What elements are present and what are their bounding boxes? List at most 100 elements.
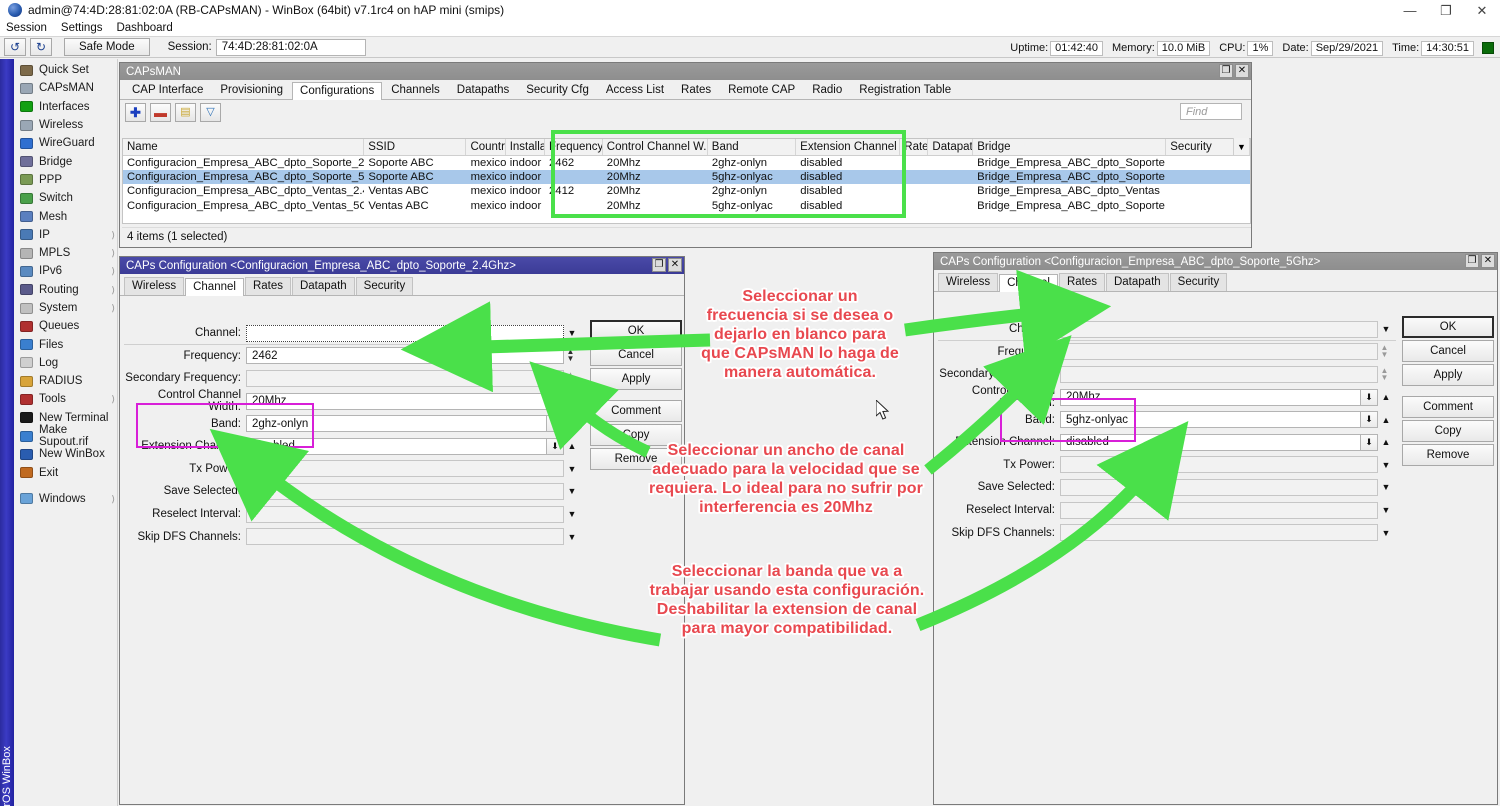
dropdown-button-extension-channel[interactable]: ⬇ (547, 438, 564, 455)
dlg-right-copy-button[interactable]: Copy (1402, 420, 1494, 442)
input-secondary-frequency[interactable] (1060, 366, 1378, 383)
dlg-right-tab-datapath[interactable]: Datapath (1106, 273, 1169, 291)
enable-button[interactable]: ▤ (175, 103, 196, 122)
column-header-control_channel_width[interactable]: Control Channel W... (603, 139, 708, 155)
dlg-right-tab-rates[interactable]: Rates (1059, 273, 1105, 291)
input-skip-dfs-channels[interactable] (246, 528, 564, 545)
spinner-frequency[interactable]: ▲▼ (564, 349, 577, 362)
input-save-selected[interactable] (246, 483, 564, 500)
expand-up-icon-extension-channel[interactable]: ▲ (564, 441, 580, 451)
column-header-rate[interactable]: Rate (900, 139, 928, 155)
safe-mode-button[interactable]: Safe Mode (64, 38, 150, 56)
sidebar-item-make-supout-rif[interactable]: Make Supout.rif (16, 427, 118, 445)
tab-remote-cap[interactable]: Remote CAP (720, 81, 803, 99)
sidebar-item-switch[interactable]: Switch (16, 189, 118, 207)
tab-radio[interactable]: Radio (804, 81, 850, 99)
sidebar-item-wireguard[interactable]: WireGuard (16, 134, 118, 152)
sidebar-item-radius[interactable]: RADIUS (16, 372, 118, 390)
dlg-left-tab-channel[interactable]: Channel (185, 278, 244, 296)
tab-channels[interactable]: Channels (383, 81, 448, 99)
input-reselect-interval[interactable] (246, 506, 564, 523)
input-channel[interactable] (246, 325, 564, 342)
table-row[interactable]: Configuracion_Empresa_ABC_dpto_Soporte_5… (123, 170, 1250, 184)
column-header-country[interactable]: Country (466, 139, 505, 155)
tab-datapaths[interactable]: Datapaths (449, 81, 517, 99)
dlg-left-tab-rates[interactable]: Rates (245, 277, 291, 295)
sidebar-item-mesh[interactable]: Mesh (16, 207, 118, 225)
menu-item-dashboard[interactable]: Dashboard (116, 22, 172, 34)
input-extension-channel[interactable]: disabled (1060, 434, 1361, 451)
capsman-titlebar[interactable]: CAPsMAN ❐ ✕ (120, 63, 1251, 80)
sidebar-item-wireless[interactable]: Wireless (16, 116, 118, 134)
dlg-right-apply-button[interactable]: Apply (1402, 364, 1494, 386)
dlg-left-comment-button[interactable]: Comment (590, 400, 682, 422)
dlg-left-tab-security[interactable]: Security (356, 277, 414, 295)
input-secondary-frequency[interactable] (246, 370, 564, 387)
sidebar-item-interfaces[interactable]: Interfaces (16, 98, 118, 116)
dlg-left-apply-button[interactable]: Apply (590, 368, 682, 390)
dlg-right-cancel-button[interactable]: Cancel (1402, 340, 1494, 362)
table-column-menu-button[interactable]: ▼ (1233, 138, 1249, 155)
dlg-left-copy-button[interactable]: Copy (590, 424, 682, 446)
input-band[interactable]: 2ghz-onlyn (246, 415, 547, 432)
column-header-installation[interactable]: Installa... (506, 139, 545, 155)
dialog-right-restore-icon[interactable]: ❐ (1465, 254, 1479, 268)
sidebar-item-mpls[interactable]: MPLS⟩ (16, 244, 118, 262)
column-header-band[interactable]: Band (708, 139, 796, 155)
dlg-right-tab-wireless[interactable]: Wireless (938, 273, 998, 291)
expand-up-icon-band[interactable]: ▲ (1378, 415, 1394, 425)
sidebar-item-queues[interactable]: Queues (16, 317, 118, 335)
dlg-left-cancel-button[interactable]: Cancel (590, 344, 682, 366)
menu-item-settings[interactable]: Settings (61, 22, 103, 34)
column-header-ssid[interactable]: SSID (364, 139, 466, 155)
find-input[interactable]: Find (1180, 103, 1242, 120)
input-reselect-interval[interactable] (1060, 502, 1378, 519)
chevron-down-icon-save-selected[interactable]: ▼ (1378, 482, 1394, 492)
table-row[interactable]: Configuracion_Empresa_ABC_dpto_Ventas_2.… (123, 184, 1250, 198)
spinner-down-icon[interactable]: ▼ (567, 356, 575, 362)
dropdown-button-extension-channel[interactable]: ⬇ (1361, 434, 1378, 451)
menu-item-session[interactable]: Session (6, 22, 47, 34)
table-row[interactable]: Configuracion_Empresa_ABC_dpto_Ventas_5G… (123, 199, 1250, 213)
sidebar-item-new-winbox[interactable]: New WinBox (16, 445, 118, 463)
input-extension-channel[interactable]: disabled (246, 438, 547, 455)
tab-configurations[interactable]: Configurations (292, 82, 382, 100)
dlg-right-remove-button[interactable]: Remove (1402, 444, 1494, 466)
chevron-down-icon-channel[interactable]: ▼ (1378, 324, 1394, 334)
sidebar-item-quick-set[interactable]: Quick Set (16, 61, 118, 79)
sidebar-item-routing[interactable]: Routing⟩ (16, 281, 118, 299)
input-save-selected[interactable] (1060, 479, 1378, 496)
input-tx-power[interactable] (246, 460, 564, 477)
dlg-left-tab-wireless[interactable]: Wireless (124, 277, 184, 295)
sidebar-item-exit[interactable]: Exit (16, 464, 118, 482)
capsman-restore-icon[interactable]: ❐ (1219, 64, 1233, 78)
filter-button[interactable]: ▽ (200, 103, 221, 122)
tab-cap-interface[interactable]: CAP Interface (124, 81, 211, 99)
tab-access-list[interactable]: Access List (598, 81, 672, 99)
sidebar-item-ip[interactable]: IP⟩ (16, 226, 118, 244)
input-control-channel-width[interactable]: 20Mhz (246, 393, 564, 410)
chevron-down-icon-save-selected[interactable]: ▼ (564, 486, 580, 496)
input-band[interactable]: 5ghz-onlyac (1060, 411, 1361, 428)
minimize-icon[interactable]: — (1392, 0, 1428, 20)
input-channel[interactable] (1060, 321, 1378, 338)
sidebar-item-bridge[interactable]: Bridge (16, 152, 118, 170)
session-value[interactable]: 74:4D:28:81:02:0A (216, 39, 366, 56)
tab-rates[interactable]: Rates (673, 81, 719, 99)
sidebar-item-capsman[interactable]: CAPsMAN (16, 79, 118, 97)
input-control-channel-width[interactable]: 20Mhz (1060, 389, 1361, 406)
spinner-down-icon[interactable]: ▼ (567, 379, 575, 385)
spinner-frequency[interactable]: ▲▼ (1378, 345, 1391, 358)
undo-button[interactable]: ↺ (4, 38, 26, 56)
capsman-close-icon[interactable]: ✕ (1235, 64, 1249, 78)
dlg-left-tab-datapath[interactable]: Datapath (292, 277, 355, 295)
dialog-left-close-icon[interactable]: ✕ (668, 258, 682, 272)
input-skip-dfs-channels[interactable] (1060, 524, 1378, 541)
chevron-down-icon-tx-power[interactable]: ▼ (1378, 460, 1394, 470)
sidebar-item-windows[interactable]: Windows⟩ (16, 490, 118, 508)
sidebar-item-tools[interactable]: Tools⟩ (16, 390, 118, 408)
spinner-secondary-frequency[interactable]: ▲▼ (1378, 368, 1391, 381)
input-frequency[interactable]: 2462 (246, 347, 564, 364)
column-header-frequency[interactable]: Frequency (545, 139, 603, 155)
remove-button[interactable]: ▬ (150, 103, 171, 122)
